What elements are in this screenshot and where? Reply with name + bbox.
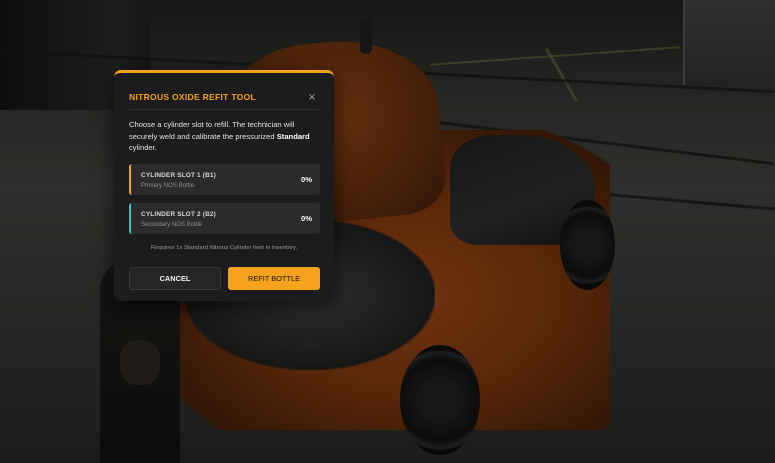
cylinder-slot-2[interactable]: CYLINDER SLOT 2 (B2) Secondary NOS Bottl… [129, 203, 320, 234]
slot-name: CYLINDER SLOT 1 (B1) [141, 172, 217, 179]
cancel-button[interactable]: CANCEL [129, 267, 221, 290]
header-divider [129, 109, 319, 110]
description-text: Choose a cylinder slot to refill. The te… [129, 120, 295, 141]
modal-title: NITROUS OXIDE REFIT TOOL [129, 92, 256, 102]
slot-fill-percent: 0% [301, 214, 312, 223]
modal-description: Choose a cylinder slot to refill. The te… [129, 119, 322, 154]
nos-refit-modal: NITROUS OXIDE REFIT TOOL × Choose a cyli… [114, 70, 334, 301]
description-text-end: cylinder. [129, 143, 157, 153]
slot-name: CYLINDER SLOT 2 (B2) [141, 211, 217, 218]
description-emphasis: Standard [276, 131, 310, 141]
slot-fill-percent: 0% [301, 175, 312, 184]
refit-bottle-button[interactable]: REFIT BOTTLE [228, 267, 320, 290]
modal-header: NITROUS OXIDE REFIT TOOL × [129, 87, 319, 107]
slot-subtitle: Primary NOS Bottle [141, 182, 195, 189]
slot-subtitle: Secondary NOS Bottle [141, 221, 203, 228]
requirement-note: Requires 1x Standard Nitrous Cylinder it… [150, 245, 298, 251]
cylinder-slot-1[interactable]: CYLINDER SLOT 1 (B1) Primary NOS Bottle … [129, 164, 320, 195]
close-icon[interactable]: × [305, 90, 319, 104]
